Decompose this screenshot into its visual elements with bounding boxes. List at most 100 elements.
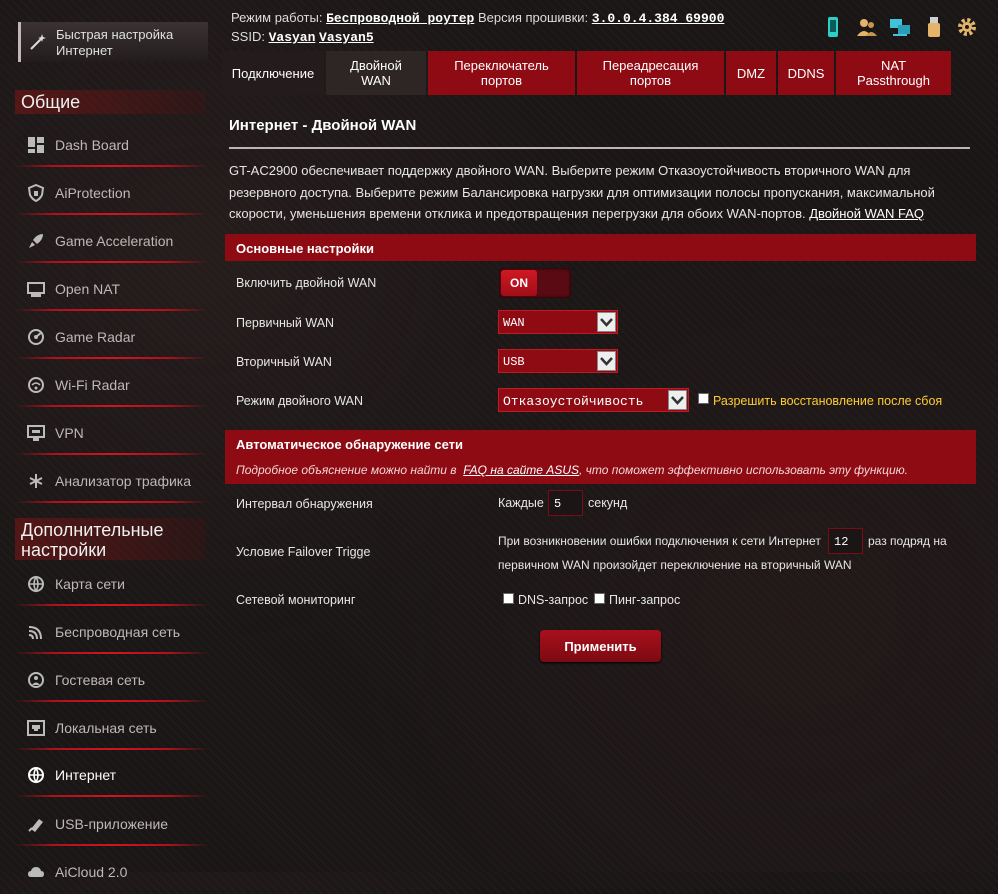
- secondary-wan-label: Вторичный WAN: [236, 355, 332, 369]
- operation-mode-line: Режим работы: Беспроводной роутер Версия…: [231, 10, 724, 26]
- dns-query-label: DNS-запрос: [518, 593, 589, 607]
- failover-trigger-label: Условие Failover Trigge: [236, 545, 371, 559]
- sidebar-item-label: Локальная сеть: [55, 720, 157, 736]
- sidebar-item-label: Интернет: [55, 767, 117, 783]
- primary-wan-select[interactable]: WAN: [498, 310, 618, 334]
- sidebar-item-game-acceleration[interactable]: Game Acceleration: [15, 219, 208, 263]
- tab-dmz[interactable]: DMZ: [726, 51, 776, 95]
- tab-label: NAT Passthrough: [857, 58, 930, 88]
- ssid-line: SSID: Vasyan Vasyan5: [231, 29, 374, 45]
- divider: [15, 453, 208, 455]
- firmware-link[interactable]: 3.0.0.4.384_69900: [592, 11, 725, 26]
- mode-label: Режим работы:: [231, 10, 323, 25]
- sidebar: Быстрая настройка Интернет Общие Dash Bo…: [0, 0, 215, 880]
- sidebar-item-open-nat[interactable]: Open NAT: [15, 267, 208, 311]
- sidebar-item-label: USB-приложение: [55, 816, 169, 832]
- firmware-label: Версия прошивки:: [477, 10, 589, 25]
- network-monitoring-label: Сетевой мониторинг: [236, 593, 356, 607]
- ping-query-label: Пинг-запрос: [609, 593, 681, 607]
- sidebar-item-label: AiCloud 2.0: [55, 864, 128, 880]
- select-value: Отказоустойчивость: [503, 394, 644, 409]
- sidebar-item-dashboard[interactable]: Dash Board: [15, 123, 208, 167]
- tab-ddns[interactable]: DDNS: [778, 51, 834, 95]
- sidebar-item-wifi-radar[interactable]: Wi-Fi Radar: [15, 363, 208, 407]
- tab-dual-wan[interactable]: Двойной WAN: [326, 51, 426, 95]
- divider: [15, 309, 208, 311]
- ssid-link-2[interactable]: Vasyan5: [319, 30, 374, 45]
- dual-wan-mode-label: Режим двойного WAN: [236, 394, 364, 408]
- sidebar-item-label: Анализатор трафика: [55, 473, 192, 489]
- general-section-title: Общие: [15, 90, 205, 114]
- select-value: USB: [503, 355, 525, 369]
- every-label: Каждые: [498, 496, 544, 510]
- sidebar-item-label: Карта сети: [55, 576, 125, 592]
- users-icon[interactable]: [856, 16, 878, 38]
- sidebar-item-wireless[interactable]: Беспроводная сеть: [15, 610, 208, 654]
- guest-icon: [28, 672, 44, 688]
- network-icon[interactable]: [889, 16, 911, 38]
- sidebar-item-label: Game Radar: [55, 329, 136, 345]
- apply-button[interactable]: Применить: [540, 630, 661, 662]
- divider: [15, 261, 208, 263]
- gear-icon[interactable]: [956, 16, 978, 38]
- sidebar-item-game-radar[interactable]: Game Radar: [15, 315, 208, 359]
- sidebar-item-label: VPN: [55, 425, 84, 441]
- sidebar-item-label: Беспроводная сеть: [55, 624, 181, 640]
- tab-port-forwarding[interactable]: Переадресация портов: [577, 51, 724, 95]
- sidebar-item-aiprotection[interactable]: AiProtection: [15, 171, 208, 215]
- dashboard-icon: [28, 137, 44, 153]
- sidebar-item-aicloud[interactable]: AiCloud 2.0: [15, 850, 208, 894]
- dual-wan-toggle[interactable]: ON: [499, 268, 571, 298]
- subtitle-text: Подробное объяснение можно найти в: [236, 463, 457, 477]
- quick-setup-button[interactable]: Быстрая настройка Интернет: [18, 22, 208, 62]
- toggle-on-knob: ON: [501, 270, 537, 296]
- primary-wan-label: Первичный WAN: [236, 316, 335, 330]
- sidebar-item-network-map[interactable]: Карта сети: [15, 562, 208, 606]
- sidebar-item-guest-network[interactable]: Гостевая сеть: [15, 658, 208, 702]
- wifi-radar-icon: [28, 377, 44, 393]
- top-status-icons: [815, 16, 978, 38]
- page-description: GT-AC2900 обеспечивает поддержку двойног…: [229, 160, 974, 225]
- ssid-link-1[interactable]: Vasyan: [269, 30, 316, 45]
- dual-wan-mode-select[interactable]: Отказоустойчивость: [498, 388, 689, 412]
- sidebar-item-traffic-analyzer[interactable]: Анализатор трафика: [15, 459, 208, 503]
- dns-query-checkbox[interactable]: [503, 593, 514, 604]
- asus-faq-link[interactable]: FAQ на сайте ASUS: [463, 463, 579, 477]
- usb-app-icon: [28, 819, 43, 832]
- sidebar-item-usb-application[interactable]: USB-приложение: [15, 802, 208, 846]
- interval-input[interactable]: 5: [548, 490, 583, 516]
- failover-count-input[interactable]: 12: [828, 528, 863, 554]
- divider: [15, 213, 208, 215]
- secondary-wan-select[interactable]: USB: [498, 349, 618, 373]
- tab-connection[interactable]: Подключение: [222, 51, 324, 95]
- ssid-label: SSID:: [231, 29, 265, 44]
- mode-link[interactable]: Беспроводной роутер: [326, 11, 474, 26]
- divider: [15, 748, 208, 750]
- globe-icon: [28, 576, 44, 593]
- magic-wand-icon: [30, 34, 46, 50]
- sidebar-item-lan[interactable]: Локальная сеть: [15, 706, 208, 750]
- failover-text-2: раз подряд на: [868, 534, 947, 548]
- internet-icon: [28, 767, 44, 784]
- tab-port-switch[interactable]: Переключатель портов: [428, 51, 575, 95]
- tab-nat-passthrough[interactable]: NAT Passthrough: [836, 51, 951, 95]
- tab-label: DMZ: [736, 65, 766, 81]
- failback-checkbox[interactable]: [698, 393, 709, 404]
- sidebar-item-vpn[interactable]: VPN: [15, 411, 208, 455]
- dual-wan-faq-link[interactable]: Двойной WAN FAQ: [809, 206, 924, 221]
- advanced-section-title: Дополнительные настройки: [15, 518, 205, 560]
- lan-icon: [27, 720, 45, 736]
- seconds-label: секунд: [588, 496, 628, 510]
- tab-label: DDNS: [787, 65, 825, 81]
- sidebar-item-internet[interactable]: Интернет: [15, 753, 208, 797]
- ping-query-checkbox[interactable]: [594, 593, 605, 604]
- sidebar-item-label: Open NAT: [55, 281, 121, 297]
- section-title: Автоматическое обнаружение сети: [236, 437, 463, 452]
- sidebar-item-label: Game Acceleration: [55, 233, 174, 249]
- enable-dual-wan-label: Включить двойной WAN: [236, 276, 377, 290]
- usb-icon[interactable]: [923, 16, 945, 38]
- section-title: Основные настройки: [236, 241, 374, 256]
- sidebar-item-label: Dash Board: [55, 137, 129, 153]
- quick-setup-label: Быстрая настройка Интернет: [56, 27, 174, 58]
- mobile-icon[interactable]: [822, 16, 844, 38]
